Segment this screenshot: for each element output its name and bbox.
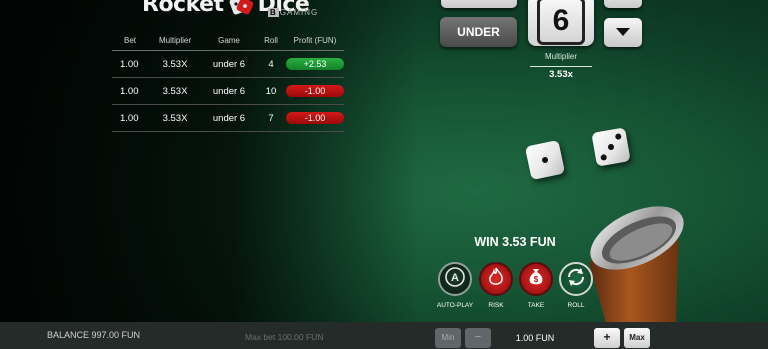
profit-badge-loss: -1.00 [286,112,344,124]
target-number: 6 [537,0,585,45]
svg-text:$: $ [534,275,539,284]
max-bet-button[interactable]: Max [624,328,650,348]
die-three [591,127,631,167]
cell-roll: 7 [268,112,274,124]
header-profit: Profit (FUN) [293,36,337,45]
multiplier-value: 3.53x [530,66,592,80]
die-pip [614,133,622,141]
flame-icon [487,267,505,292]
logo-subbrand-text: GAMING [279,8,319,17]
cell-roll: 10 [265,85,277,97]
header-game: Game [218,36,240,45]
table-row: 1.00 3.53X under 6 10 -1.00 [112,78,344,105]
under-button[interactable]: UNDER [440,17,517,47]
profit-badge-loss: -1.00 [286,85,344,97]
cell-game: under 6 [212,85,246,97]
header-multiplier: Multiplier [158,36,191,45]
cell-game: under 6 [212,58,246,70]
win-message: WIN 3.53 FUN [474,235,556,249]
die-pip [607,143,615,151]
logo-subbrand-prefix: B [268,8,279,17]
cell-profit: +2.53 [286,58,344,70]
header-bet: Bet [124,36,137,45]
logo-subbrand: B GAMING [268,8,318,17]
logo-word-rocket: Rocket [142,0,224,17]
cell-roll: 4 [268,58,274,70]
multiplier-label: Multiplier [544,52,577,61]
over-button[interactable] [441,0,517,8]
autoplay-button[interactable]: A [438,262,472,296]
roll-label: ROLL [567,302,585,309]
bet-amount: 1.00 FUN [515,333,555,343]
autoplay-icon: A [444,266,466,293]
die-one [524,139,566,181]
cell-bet: 1.00 [120,85,139,97]
decrease-target-button[interactable] [604,18,642,47]
cell-multiplier: 3.53X [162,112,188,124]
min-bet-button[interactable]: Min [435,328,461,348]
profit-badge-win: +2.53 [286,58,344,70]
risk-button[interactable] [479,262,513,296]
table-row: 1.00 3.53X under 6 7 -1.00 [112,105,344,132]
cell-multiplier: 3.53X [162,85,188,97]
decrease-bet-button[interactable]: − [465,328,491,348]
increase-target-button[interactable] [604,0,642,8]
cell-bet: 1.00 [120,58,139,70]
cell-profit: -1.00 [286,85,344,97]
arrow-down-icon [615,24,631,42]
cell-multiplier: 3.53X [162,58,188,70]
die-pip [541,156,549,164]
money-bag-icon: $ [527,267,545,292]
cell-bet: 1.00 [120,112,139,124]
die-pip [600,153,608,161]
max-bet-text: Max bet 100.00 FUN [245,332,324,342]
cell-profit: -1.00 [286,112,344,124]
roll-icon [564,265,588,294]
red-dice-icon [228,0,254,18]
history-header-row: Bet Multiplier Game Roll Profit (FUN) [112,31,344,51]
balance-display: BALANCE 997.00 FUN [47,330,141,340]
bet-history-table: Bet Multiplier Game Roll Profit (FUN) 1.… [112,31,344,132]
increase-bet-button[interactable]: + [594,328,620,348]
cell-game: under 6 [212,112,246,124]
target-number-display: 6 [528,0,594,46]
table-row: 1.00 3.53X under 6 4 +2.53 [112,51,344,78]
header-roll: Roll [264,36,278,45]
roll-button[interactable] [559,262,593,296]
take-button[interactable]: $ [519,262,553,296]
svg-text:A: A [451,272,459,284]
